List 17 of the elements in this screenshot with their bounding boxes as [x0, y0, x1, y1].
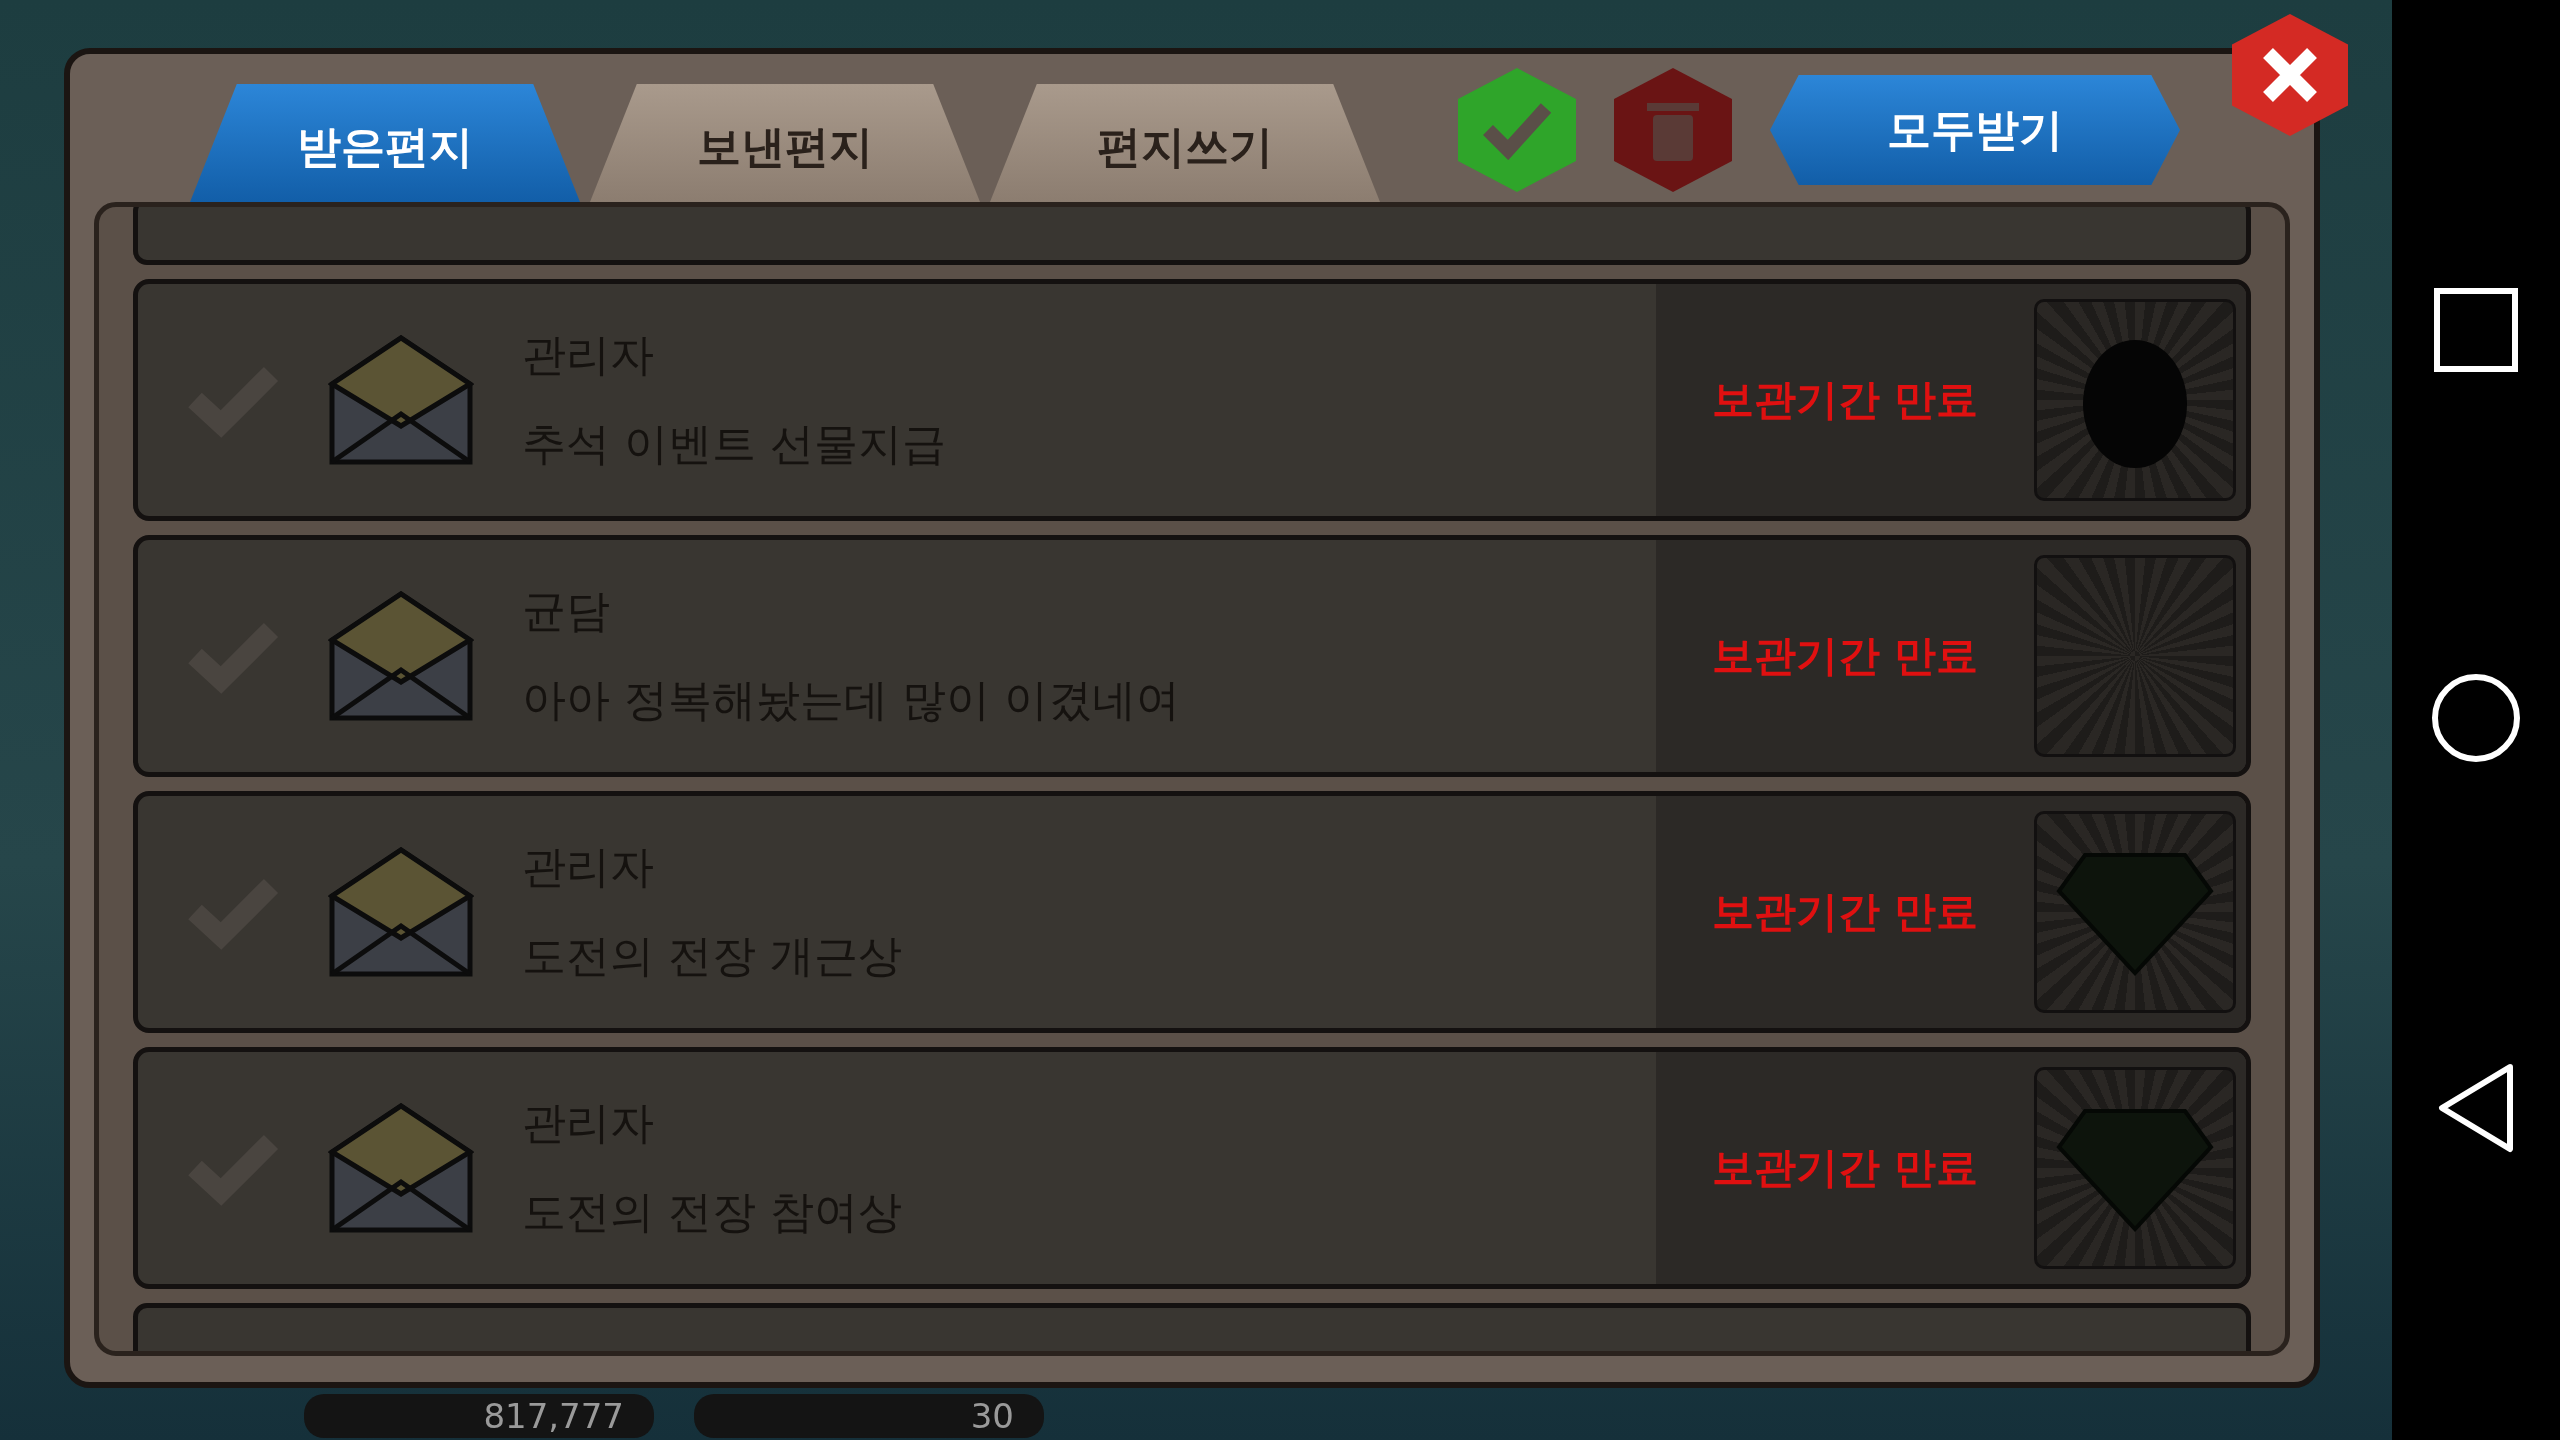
mail-status: 보관기간 만료	[1710, 1142, 1980, 1194]
open-envelope-icon	[328, 846, 474, 978]
mail-tab[interactable]: 보낸편지	[590, 84, 980, 202]
recents-icon[interactable]	[2433, 287, 2519, 373]
back-icon[interactable]	[2436, 1063, 2516, 1153]
home-icon[interactable]	[2431, 673, 2521, 763]
mail-status: 보관기간 만료	[1710, 630, 1980, 682]
coin-amount: 817,777	[483, 1396, 624, 1436]
open-envelope-icon	[328, 590, 474, 722]
receive-all-button[interactable]: 모두받기	[1770, 75, 2180, 185]
mail-tab[interactable]: 편지쓰기	[990, 84, 1380, 202]
mail-tab[interactable]: 받은편지	[190, 84, 580, 202]
mail-status: 보관기간 만료	[1710, 374, 1980, 426]
gem-amount: 30	[970, 1396, 1014, 1436]
mail-status: 보관기간 만료	[1710, 886, 1980, 938]
open-envelope-icon	[328, 334, 474, 466]
open-envelope-icon	[328, 1102, 474, 1234]
